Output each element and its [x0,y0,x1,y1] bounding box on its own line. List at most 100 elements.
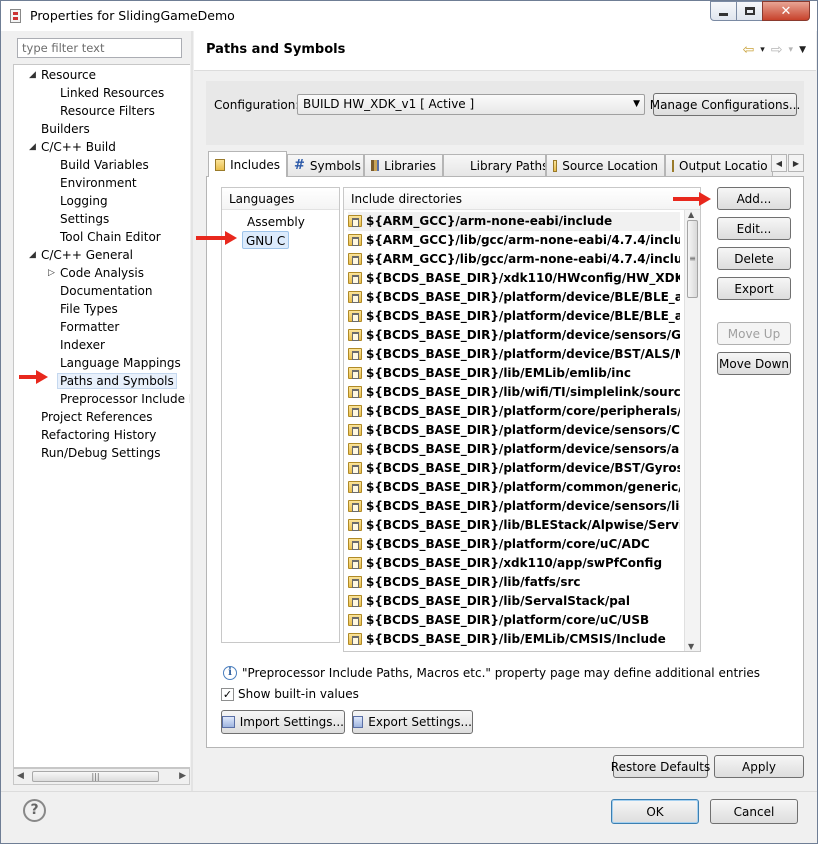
tree-item[interactable]: Builders [41,120,90,138]
tab-libraries[interactable]: Libraries [364,154,443,176]
chevron-down-icon[interactable]: ◢ [29,66,36,84]
back-arrow-icon[interactable]: ⇦ [743,42,755,58]
include-directory-row[interactable]: ${BCDS_BASE_DIR}/platform/device/sensors… [348,440,680,459]
include-directory-row[interactable]: ${BCDS_BASE_DIR}/lib/EMLib/CMSIS/Include [348,630,680,649]
tab-scroll-right-icon[interactable]: ▶ [788,154,804,172]
tree-horizontal-scrollbar[interactable]: ◀ ||| ▶ [13,768,190,785]
include-list-scrollbar[interactable]: ▲ ≡ ▼ [684,210,700,651]
tree-item[interactable]: Refactoring History [41,426,156,444]
export-button[interactable]: Export [717,277,791,300]
tab-source-location[interactable]: Source Location [546,154,665,176]
chevron-down-icon[interactable]: ◢ [29,246,36,264]
move-up-button[interactable]: Move Up [717,322,791,345]
scroll-down-icon[interactable]: ▼ [688,642,694,651]
include-directory-row[interactable]: ${BCDS_BASE_DIR}/platform/device/BST/Gyr… [348,459,680,478]
tree-item[interactable]: Tool Chain Editor [60,228,161,246]
include-directory-row[interactable]: ${ARM_GCC}/lib/gcc/arm-none-eabi/4.7.4/i… [348,250,680,269]
show-builtin-checkbox-row[interactable]: ✓ Show built-in values [221,687,359,701]
restore-defaults-button[interactable]: Restore Defaults [611,755,710,778]
scroll-up-icon[interactable]: ▲ [688,210,694,219]
maximize-button[interactable] [736,1,763,21]
include-directory-row[interactable]: ${BCDS_BASE_DIR}/lib/ServalStack/pal [348,592,680,611]
tab-output-location[interactable]: Output Locatio [665,154,773,176]
include-directory-row[interactable]: ${BCDS_BASE_DIR}/platform/core/uC/USB [348,611,680,630]
tree-item[interactable]: Run/Debug Settings [41,444,161,462]
view-menu-icon[interactable]: ▼ [799,45,806,55]
apply-button[interactable]: Apply [714,755,804,778]
tab-symbols[interactable]: # Symbols [287,154,364,176]
manage-configurations-button[interactable]: Manage Configurations... [650,93,800,116]
filter-input[interactable] [17,38,182,58]
tree-item[interactable]: Documentation [60,282,153,300]
tree-item[interactable]: Language Mappings [60,354,181,372]
configuration-value: BUILD HW_XDK_v1 [ Active ] [303,97,475,111]
edit-button[interactable]: Edit... [717,217,791,240]
language-item-assembly[interactable]: Assembly [247,213,305,231]
import-settings-button[interactable]: Import Settings... [221,710,345,734]
tree-item[interactable]: ◢ C/C++ General [29,246,133,264]
add-button[interactable]: Add... [717,187,791,210]
help-icon[interactable]: ? [23,799,46,822]
tree-item[interactable]: Preprocessor Include Pa [60,390,190,408]
scroll-left-icon[interactable]: ◀ [17,771,24,781]
configuration-select[interactable]: BUILD HW_XDK_v1 [ Active ] ▼ [297,94,645,115]
tab-library-paths[interactable]: Library Paths [443,154,546,176]
include-directory-row[interactable]: ${BCDS_BASE_DIR}/xdk110/app/swPfConfig [348,554,680,573]
language-item-gnu-c[interactable]: GNU C [242,231,290,249]
scroll-thumb[interactable]: ≡ [687,220,698,298]
tree-item[interactable]: Formatter [60,318,119,336]
include-directory-row[interactable]: ${BCDS_BASE_DIR}/lib/wifi/TI/simplelink/… [348,383,680,402]
forward-arrow-icon[interactable]: ⇨ [771,42,783,58]
include-directory-row[interactable]: ${BCDS_BASE_DIR}/platform/device/sensors… [348,497,680,516]
tab-includes[interactable]: Includes [208,151,287,177]
info-icon: i [223,666,237,680]
include-directory-row[interactable]: ${BCDS_BASE_DIR}/lib/EMLib/emlib/inc [348,364,680,383]
close-button[interactable]: ✕ [762,1,810,21]
move-down-button[interactable]: Move Down [717,352,791,375]
include-directory-path: ${BCDS_BASE_DIR}/platform/core/uC/ADC [366,537,650,551]
cancel-button[interactable]: Cancel [710,799,798,824]
show-builtin-checkbox[interactable]: ✓ [221,687,234,701]
include-directory-row[interactable]: ${BCDS_BASE_DIR}/platform/device/BLE/BLE… [348,288,680,307]
include-directory-row[interactable]: ${BCDS_BASE_DIR}/platform/common/generic… [348,478,680,497]
include-directory-row[interactable]: ${BCDS_BASE_DIR}/platform/core/uC/ADC [348,535,680,554]
include-directory-row[interactable]: ${ARM_GCC}/arm-none-eabi/include [348,212,680,231]
pane-splitter[interactable] [191,31,193,791]
ok-button[interactable]: OK [611,799,699,824]
tree-item[interactable]: Resource Filters [60,102,155,120]
tree-item[interactable]: Indexer [60,336,105,354]
tree-item[interactable]: Build Variables [60,156,149,174]
tree-item[interactable]: Linked Resources [60,84,164,102]
tree-item[interactable]: ◢ C/C++ Build [29,138,116,156]
tree-item[interactable]: Paths and Symbols [57,372,177,390]
chevron-down-icon[interactable]: ◢ [29,138,36,156]
scroll-thumb[interactable]: ||| [32,771,159,782]
include-folder-icon [348,272,362,284]
include-directory-row[interactable]: ${BCDS_BASE_DIR}/xdk110/HWconfig/HW_XDK_… [348,269,680,288]
include-directory-row[interactable]: ${BCDS_BASE_DIR}/platform/device/sensors… [348,326,680,345]
delete-button[interactable]: Delete [717,247,791,270]
info-message: i "Preprocessor Include Paths, Macros et… [223,666,760,680]
tree-item[interactable]: Project References [41,408,153,426]
include-directory-row[interactable]: ${BCDS_BASE_DIR}/platform/device/BST/ALS… [348,345,680,364]
tree-item[interactable]: ▷ Code Analysis [48,264,144,282]
tree-item[interactable]: File Types [60,300,118,318]
include-directory-row[interactable]: ${BCDS_BASE_DIR}/platform/device/BLE/BLE… [348,307,680,326]
include-directory-row[interactable]: ${BCDS_BASE_DIR}/platform/device/sensors… [348,421,680,440]
include-directory-row[interactable]: ${BCDS_BASE_DIR}/platform/core/periphera… [348,402,680,421]
tree-item[interactable]: Logging [60,192,108,210]
forward-dropdown-icon[interactable]: ▾ [789,45,794,55]
include-directory-row[interactable]: ${ARM_GCC}/lib/gcc/arm-none-eabi/4.7.4/i… [348,231,680,250]
tree-item[interactable]: Environment [60,174,137,192]
chevron-right-icon[interactable]: ▷ [48,264,55,282]
scroll-right-icon[interactable]: ▶ [179,771,186,781]
back-dropdown-icon[interactable]: ▾ [760,45,765,55]
tab-scroll-left-icon[interactable]: ◀ [771,154,787,172]
include-directory-row[interactable]: ${BCDS_BASE_DIR}/lib/fatfs/src [348,573,680,592]
tree-item[interactable]: ◢ Resource [29,66,96,84]
include-directory-row[interactable]: ${BCDS_BASE_DIR}/lib/BLEStack/Alpwise/Se… [348,516,680,535]
minimize-button[interactable] [710,1,737,21]
export-settings-button[interactable]: Export Settings... [352,710,473,734]
includes-panel: Languages Assembly GNU C Include directo… [206,176,804,748]
tree-item[interactable]: Settings [60,210,109,228]
